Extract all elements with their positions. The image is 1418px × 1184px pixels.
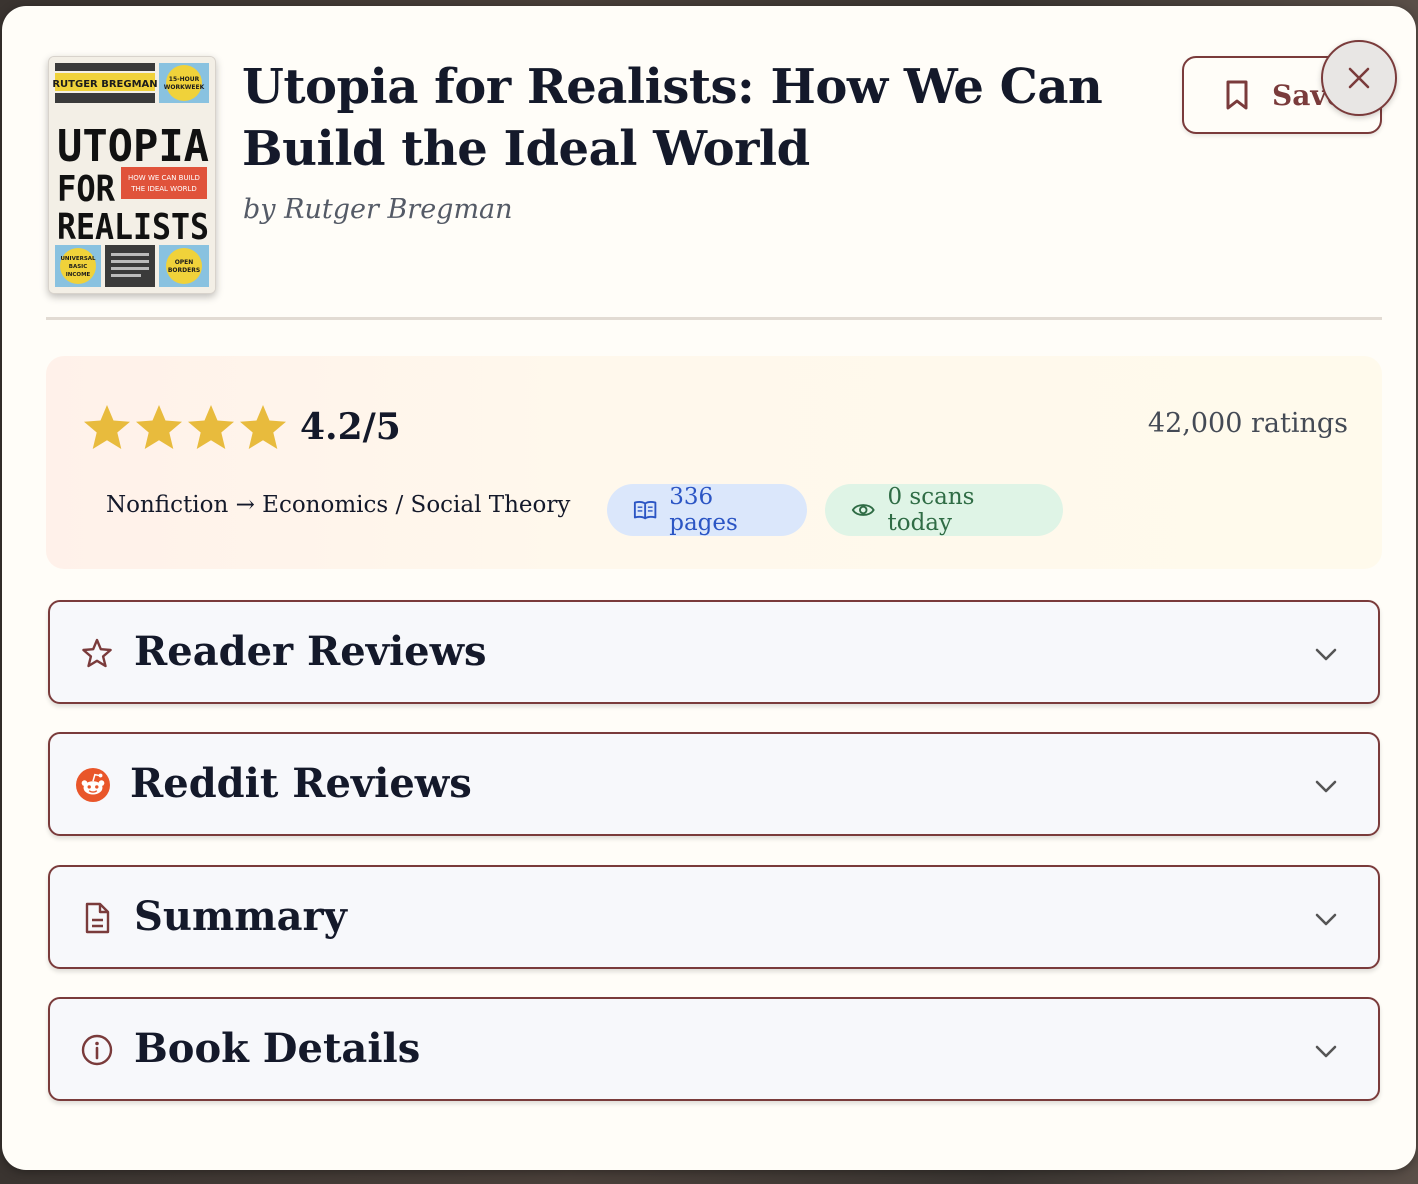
chevron-down-icon (1315, 913, 1337, 926)
close-icon (1348, 67, 1370, 89)
svg-text:WORKWEEK: WORKWEEK (164, 84, 205, 91)
document-icon (85, 902, 110, 934)
reader-reviews-section[interactable]: Reader Reviews (48, 600, 1380, 704)
cover-author-text: RUTGER BREGMAN (52, 79, 157, 90)
rating-value: 4.2/5 (300, 406, 401, 448)
summary-section[interactable]: Summary (48, 865, 1380, 969)
section-label: Reddit Reviews (130, 760, 472, 807)
pages-badge: 336 pages (607, 484, 807, 536)
star-icon (136, 405, 182, 449)
section-label: Reader Reviews (134, 628, 487, 675)
star-outline-icon (82, 638, 112, 668)
chevron-down-icon (1315, 1045, 1337, 1058)
pages-text: 336 pages (669, 484, 738, 536)
chevron-down-icon (1315, 780, 1337, 793)
reddit-icon (76, 768, 110, 802)
book-open-icon (633, 500, 657, 520)
info-icon (81, 1034, 113, 1066)
eye-icon (851, 504, 875, 516)
book-cover-image: RUTGER BREGMAN 15-HOUR WORKWEEK UTOPIA F… (48, 56, 216, 294)
ratings-count: 42,000 ratings (1147, 408, 1348, 439)
book-detail-modal: RUTGER BREGMAN 15-HOUR WORKWEEK UTOPIA F… (2, 6, 1416, 1170)
scans-badge: 0 scans today (825, 484, 1063, 536)
cover-title-line1: UTOPIA (57, 121, 209, 172)
book-title: Utopia for Realists: How We Can Build th… (242, 59, 1103, 177)
star-rating (82, 402, 288, 452)
book-details-section[interactable]: Book Details (48, 997, 1380, 1101)
svg-text:OPEN: OPEN (175, 259, 194, 266)
scans-text: 0 scans today (887, 484, 975, 536)
reddit-reviews-section[interactable]: Reddit Reviews (48, 732, 1380, 836)
header-divider (46, 317, 1382, 320)
cover-subtitle-line2: THE IDEAL WORLD (130, 185, 197, 193)
svg-text:BORDERS: BORDERS (168, 267, 200, 274)
star-icon (240, 405, 286, 449)
book-author: by Rutger Bregman (243, 194, 513, 225)
svg-text:INCOME: INCOME (66, 272, 91, 278)
star-icon (188, 405, 234, 449)
genre-breadcrumb: Nonfiction → Economics / Social Theory (106, 492, 571, 518)
svg-text:UNIVERSAL: UNIVERSAL (60, 256, 96, 262)
cover-title-line2: FOR (57, 169, 115, 210)
cover-title-line3: REALISTS (57, 207, 209, 248)
svg-text:15-HOUR: 15-HOUR (169, 76, 200, 83)
cover-subtitle-line1: HOW WE CAN BUILD (128, 174, 200, 182)
close-button[interactable] (1321, 40, 1397, 116)
chevron-down-icon (1315, 648, 1337, 661)
section-label: Summary (134, 893, 347, 940)
star-icon (84, 405, 130, 449)
svg-text:BASIC: BASIC (69, 264, 88, 270)
rating-panel: 4.2/5 42,000 ratings Nonfiction → Econom… (46, 356, 1382, 569)
bookmark-icon (1226, 80, 1248, 110)
section-label: Book Details (134, 1025, 421, 1072)
